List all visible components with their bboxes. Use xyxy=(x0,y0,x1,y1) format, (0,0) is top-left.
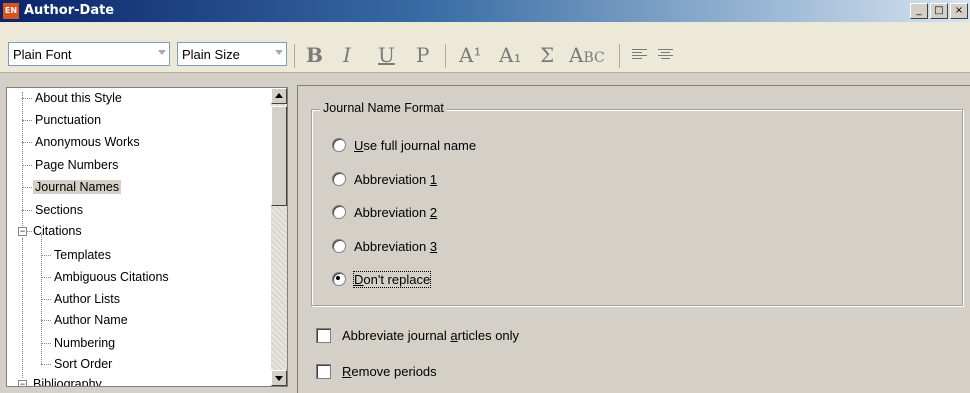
tree-item-author-name[interactable]: Author Name xyxy=(52,311,130,329)
symbol-button[interactable]: Σ xyxy=(540,42,554,68)
option-label: Remove periods xyxy=(342,363,437,379)
radio-button[interactable] xyxy=(332,239,346,253)
maximize-button[interactable]: □ xyxy=(930,3,948,19)
title-bar: EN Author-Date _ □ × xyxy=(0,0,970,22)
scroll-down-button[interactable] xyxy=(271,370,287,386)
subscript-button[interactable]: A₁ xyxy=(499,42,521,68)
radio-abbreviation-2[interactable]: Abbreviation 2 xyxy=(332,203,437,221)
font-combo-label: Plain Font xyxy=(13,47,72,62)
toolbar-separator xyxy=(445,44,446,68)
minimize-button[interactable]: _ xyxy=(910,3,928,19)
tree-item-journal-names[interactable]: Journal Names xyxy=(33,178,122,196)
radio-use-full-journal-name[interactable]: Use full journal name xyxy=(332,136,476,154)
tree-connector xyxy=(22,142,32,143)
option-label: Use full journal name xyxy=(354,137,477,153)
tree-item-sort-order[interactable]: Sort Order xyxy=(52,355,114,373)
tree-connector xyxy=(41,364,51,365)
radio-button[interactable] xyxy=(332,138,346,152)
superscript-button[interactable]: A¹ xyxy=(459,42,481,68)
settings-panel: Journal Name Format Use full journal nam… xyxy=(297,85,970,393)
option-label: Abbreviation 3 xyxy=(354,238,438,254)
tree-connector xyxy=(22,238,23,378)
tree-item-bibliography[interactable]: Bibliography xyxy=(31,375,104,386)
window-title: Author-Date xyxy=(24,3,115,18)
radio-button-selected[interactable] xyxy=(332,272,346,286)
size-combo[interactable]: Plain Size xyxy=(177,42,287,66)
radio-dont-replace[interactable]: Don't replace xyxy=(332,270,432,288)
tree-scrollbar[interactable] xyxy=(271,88,287,386)
tree-item-author-lists[interactable]: Author Lists xyxy=(52,290,122,308)
tree-connector xyxy=(41,320,51,321)
tree-connector xyxy=(22,210,32,211)
tree-connector xyxy=(41,255,51,256)
tree-connector xyxy=(22,92,23,234)
checkbox-abbreviate-journal-articles-only[interactable]: Abbreviate journal articles only xyxy=(316,326,519,344)
scroll-up-button[interactable] xyxy=(271,88,287,104)
tree-item-anonymous-works[interactable]: Anonymous Works xyxy=(33,133,142,151)
underline-button[interactable]: U xyxy=(378,42,395,68)
tree-connector xyxy=(22,98,32,99)
collapse-icon[interactable]: − xyxy=(18,227,27,236)
align-center-icon[interactable] xyxy=(658,49,673,61)
radio-button[interactable] xyxy=(332,205,346,219)
tree-connector xyxy=(41,277,51,278)
group-title: Journal Name Format xyxy=(320,101,447,115)
tree-connector xyxy=(22,165,32,166)
toolbar-separator xyxy=(294,44,295,68)
tree-connector xyxy=(22,120,32,121)
align-left-icon[interactable] xyxy=(632,49,647,61)
style-tree: About this Style Punctuation Anonymous W… xyxy=(6,87,288,387)
checkbox[interactable] xyxy=(316,363,331,379)
scrollbar-thumb[interactable] xyxy=(271,106,287,206)
tree-item-ambiguous-citations[interactable]: Ambiguous Citations xyxy=(52,268,171,286)
option-label: Abbreviation 2 xyxy=(354,204,438,220)
endnote-app-icon: EN xyxy=(3,3,19,19)
italic-button[interactable]: I xyxy=(343,42,351,68)
collapse-icon[interactable]: − xyxy=(18,380,27,386)
tree-item-citations[interactable]: Citations xyxy=(31,222,84,240)
tree-connector xyxy=(41,343,51,344)
tree-item-punctuation[interactable]: Punctuation xyxy=(33,111,103,129)
toolbar-separator xyxy=(619,44,620,68)
option-label: Abbreviation 1 xyxy=(354,171,438,187)
arrow-up-icon xyxy=(275,93,283,98)
bold-button[interactable]: B xyxy=(306,42,323,68)
tree-connector xyxy=(41,299,51,300)
font-combo[interactable]: Plain Font xyxy=(8,42,170,66)
small-caps-button[interactable]: Abc xyxy=(569,42,605,68)
chevron-down-icon xyxy=(275,50,283,55)
option-label: Abbreviate journal articles only xyxy=(342,327,520,343)
option-label: Don't replace xyxy=(352,270,432,288)
format-toolbar: Plain Font Plain Size B I U P A¹ A₁ Σ Ab… xyxy=(0,22,970,73)
journal-name-format-group: Journal Name Format Use full journal nam… xyxy=(311,101,963,306)
checkbox-remove-periods[interactable]: Remove periods xyxy=(316,362,437,380)
chevron-down-icon xyxy=(158,50,166,55)
radio-abbreviation-3[interactable]: Abbreviation 3 xyxy=(332,237,437,255)
tree-item-page-numbers[interactable]: Page Numbers xyxy=(33,156,120,174)
tree-item-sections[interactable]: Sections xyxy=(33,201,85,219)
close-button[interactable]: × xyxy=(950,3,968,19)
radio-abbreviation-1[interactable]: Abbreviation 1 xyxy=(332,170,437,188)
checkbox[interactable] xyxy=(316,327,331,343)
size-combo-label: Plain Size xyxy=(182,47,240,62)
plain-button[interactable]: P xyxy=(416,42,429,68)
tree-item-numbering[interactable]: Numbering xyxy=(52,334,117,352)
tree-item-about-this-style[interactable]: About this Style xyxy=(33,89,124,107)
tree-item-templates[interactable]: Templates xyxy=(52,246,113,264)
radio-button[interactable] xyxy=(332,172,346,186)
arrow-down-icon xyxy=(275,376,283,381)
tree-connector xyxy=(22,187,32,188)
